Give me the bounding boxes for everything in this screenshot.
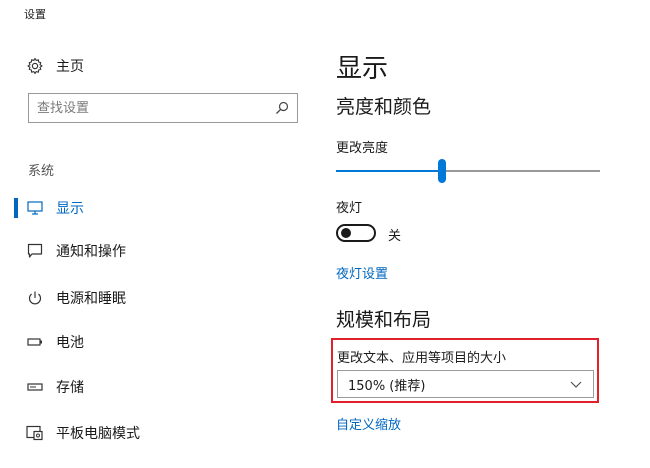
sidebar-item-battery[interactable]: 电池 [0,324,310,360]
scale-dropdown[interactable]: 150% (推荐) [337,370,594,398]
chevron-down-icon [570,381,582,388]
sidebar-item-tablet-mode[interactable]: 平板电脑模式 [0,415,310,451]
search-input[interactable] [29,94,265,122]
brightness-color-heading: 亮度和颜色 [336,96,432,118]
sidebar-home-label: 主页 [56,59,84,75]
page-title: 显示 [336,54,389,84]
sidebar-item-label: 存储 [56,380,84,396]
power-icon [26,289,44,307]
sidebar-item-label: 通知和操作 [56,244,126,260]
sidebar-section-label: 系统 [28,164,55,179]
search-box[interactable] [28,93,298,123]
night-light-toggle[interactable] [336,224,376,242]
sidebar-item-display[interactable]: 显示 [0,190,310,226]
monitor-icon [26,199,44,217]
sidebar-item-notifications[interactable]: 通知和操作 [0,233,310,269]
toggle-knob [341,228,351,238]
sidebar-home[interactable]: 主页 [26,54,84,78]
custom-scaling-link[interactable]: 自定义缩放 [336,414,401,433]
brightness-slider-fill [336,170,442,172]
night-light-label: 夜灯 [336,201,363,216]
storage-icon [26,378,44,396]
search-icon[interactable] [275,101,289,115]
sidebar-item-label: 电源和睡眠 [56,291,126,307]
night-light-settings-link[interactable]: 夜灯设置 [336,263,388,282]
notification-icon [26,242,44,260]
active-indicator [14,198,18,218]
night-light-state: 关 [388,229,402,244]
brightness-label: 更改亮度 [336,141,389,156]
sidebar-item-label: 显示 [56,201,84,217]
sidebar-item-label: 电池 [56,335,84,351]
window-title: 设置 [24,8,46,21]
scale-layout-heading: 规模和布局 [336,309,432,331]
gear-icon [27,57,43,75]
tablet-mode-icon [26,424,44,442]
scale-dropdown-value: 150% (推荐) [348,378,426,394]
scale-label: 更改文本、应用等项目的大小 [337,351,507,366]
battery-icon [26,333,44,351]
brightness-slider-thumb[interactable] [437,159,446,183]
sidebar-item-label: 平板电脑模式 [56,426,140,442]
sidebar-item-storage[interactable]: 存储 [0,369,310,405]
sidebar-item-power-sleep[interactable]: 电源和睡眠 [0,280,310,316]
